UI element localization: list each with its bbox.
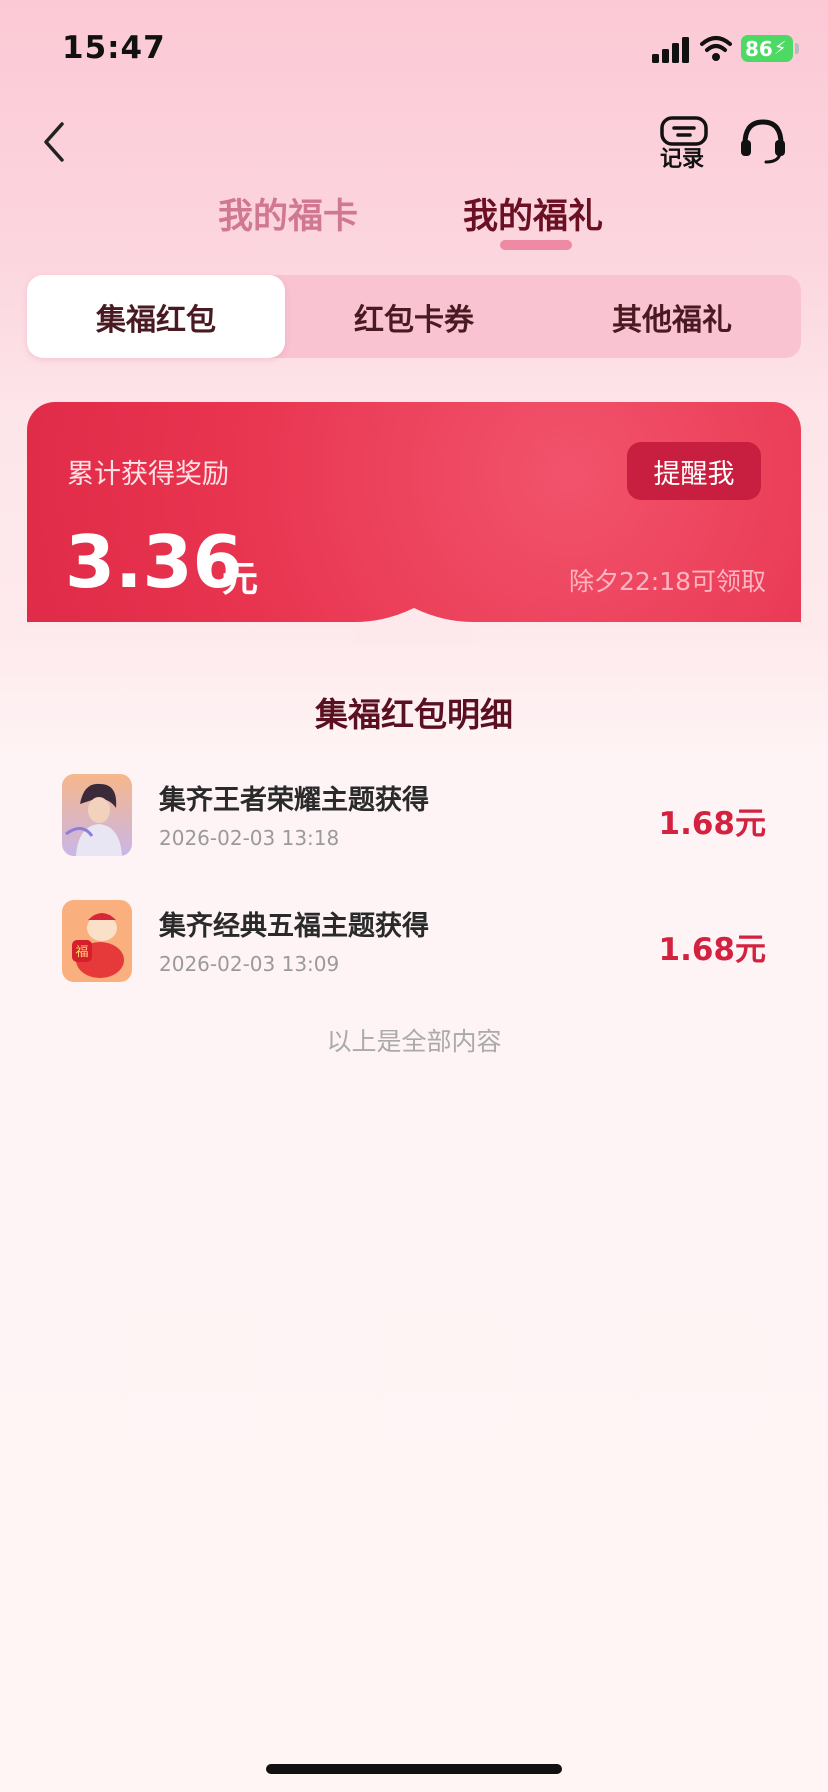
reward-claim-note: 除夕22:18可领取 [569, 567, 767, 596]
battery-icon: 86 ⚡ [741, 35, 793, 62]
panel-notch [355, 608, 473, 644]
tab-my-fu-cards[interactable]: 我的福卡 [218, 188, 358, 239]
battery-tip [795, 43, 799, 54]
customer-service-icon[interactable] [738, 118, 788, 164]
reward-label: 累计获得奖励 [67, 459, 229, 490]
svg-text:福: 福 [75, 945, 88, 960]
record-label[interactable]: 记录 [660, 141, 704, 173]
reward-unit: 元 [222, 559, 259, 600]
battery-level: 86 [745, 36, 773, 61]
item-title: 集齐王者荣耀主题获得 [159, 785, 429, 816]
item-time: 2026-02-03 13:09 [159, 952, 340, 976]
status-time: 15:47 [62, 30, 166, 66]
end-of-list-text: 以上是全部内容 [326, 1027, 502, 1056]
item-amount: 1.68元 [658, 932, 767, 968]
item-amount: 1.68元 [658, 806, 767, 842]
segment-other-gifts[interactable]: 其他福礼 [543, 275, 801, 358]
status-bar: 15:47 86 ⚡ [0, 0, 828, 100]
fu-mascot-thumb-icon: 福 [62, 900, 132, 982]
home-indicator[interactable] [266, 1764, 562, 1774]
back-icon[interactable] [36, 118, 76, 166]
wifi-icon [700, 36, 732, 61]
segment-control: 集福红包 红包卡券 其他福礼 [27, 275, 801, 358]
active-tab-indicator [500, 240, 572, 250]
cellular-signal-icon [652, 37, 689, 63]
tab-my-fu-gifts[interactable]: 我的福礼 [463, 188, 603, 239]
item-title: 集齐经典五福主题获得 [159, 911, 429, 942]
list-item[interactable]: 集齐王者荣耀主题获得 2026-02-03 13:18 1.68元 [62, 774, 766, 858]
game-character-thumb-icon [62, 774, 132, 856]
item-time: 2026-02-03 13:18 [159, 826, 340, 850]
list-item[interactable]: 福 集齐经典五福主题获得 2026-02-03 13:09 1.68元 [62, 900, 766, 984]
segment-fu-red-packet[interactable]: 集福红包 [27, 275, 285, 358]
segment-red-packet-coupons[interactable]: 红包卡券 [285, 275, 543, 358]
reward-amount: 3.36 [65, 520, 243, 604]
remind-me-button[interactable]: 提醒我 [627, 442, 761, 500]
detail-title: 集福红包明细 [315, 695, 513, 734]
